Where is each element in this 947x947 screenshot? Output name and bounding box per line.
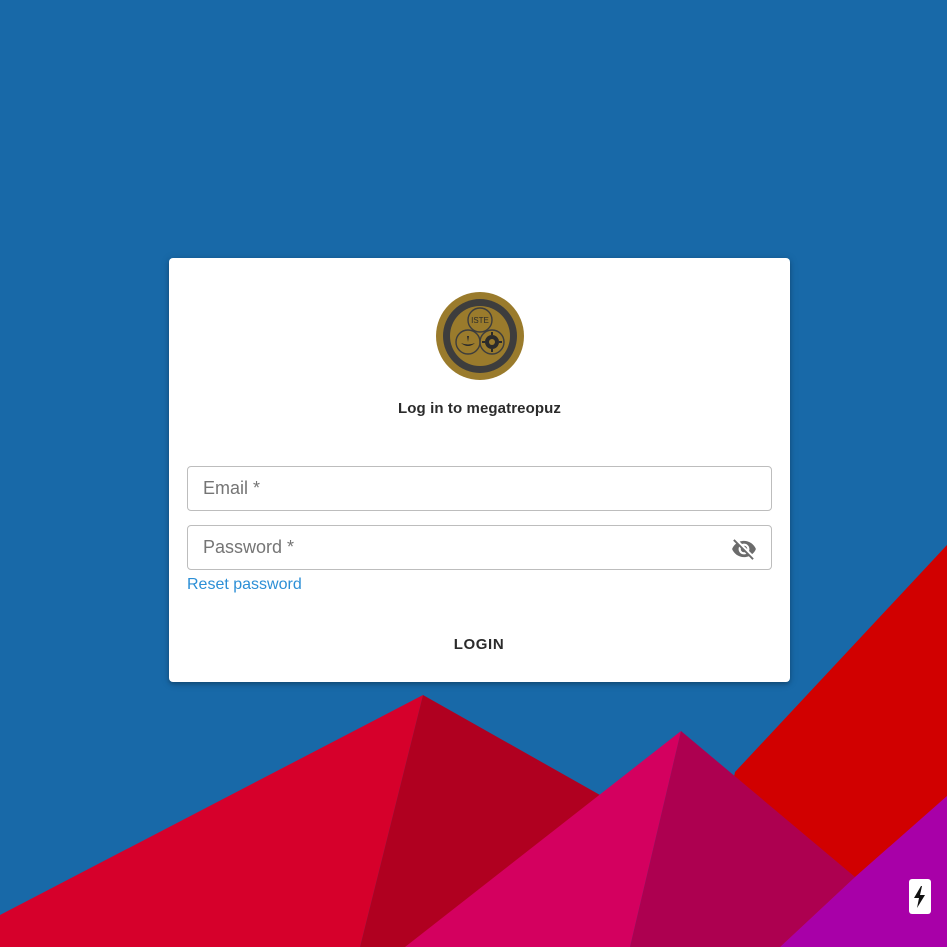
logo-text: ISTE [471,316,489,325]
email-input[interactable] [188,467,771,510]
password-input[interactable] [188,526,771,569]
email-field[interactable] [187,466,772,511]
reset-password-link[interactable]: Reset password [187,576,302,594]
bolt-badge[interactable] [909,879,931,914]
login-card: ISTE Log in to megatreopuz Reset passwor… [169,258,790,682]
lightning-bolt-icon [914,886,925,908]
mountain-left-light [0,695,423,947]
eye-off-icon[interactable] [731,536,757,562]
iste-logo: ISTE [436,292,524,380]
password-field[interactable] [187,525,772,570]
login-button[interactable]: LOGIN [429,626,529,662]
login-title: Log in to megatreopuz [398,400,561,417]
